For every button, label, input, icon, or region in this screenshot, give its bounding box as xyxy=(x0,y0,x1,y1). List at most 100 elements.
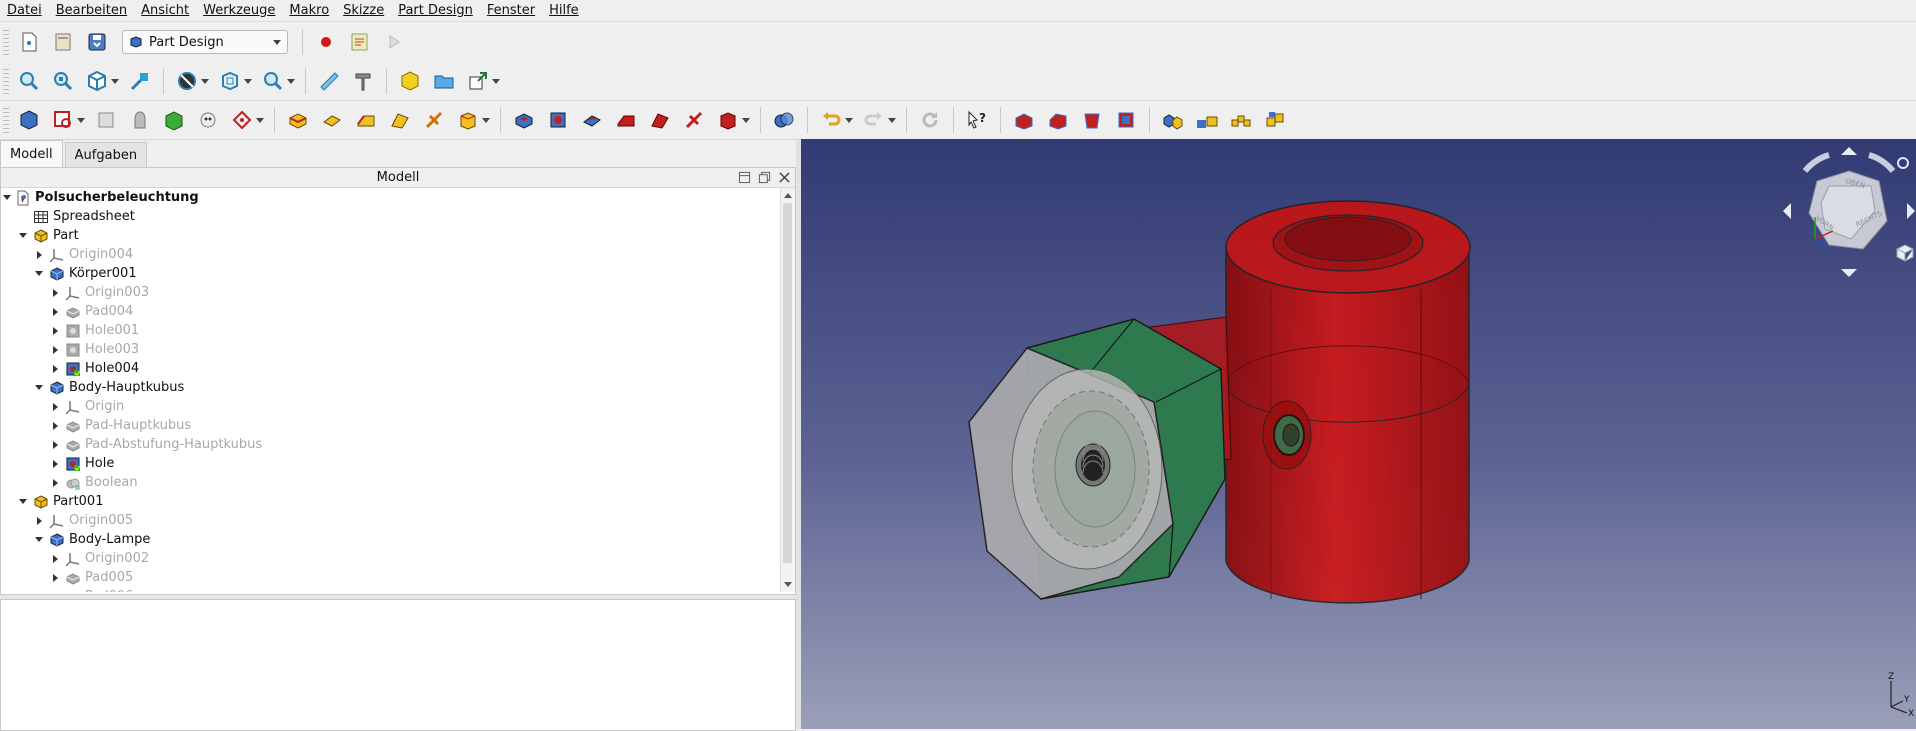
additive-pipe-icon[interactable] xyxy=(387,107,413,133)
macro-editor-icon[interactable] xyxy=(347,29,373,55)
chevron-down-icon[interactable] xyxy=(1,192,13,204)
chevron-right-icon[interactable] xyxy=(49,363,61,375)
subtractive-loft-icon[interactable] xyxy=(613,107,639,133)
tree-item[interactable]: Origin xyxy=(1,397,781,416)
scrollbar-thumb[interactable] xyxy=(783,203,792,563)
subtractive-helix-icon[interactable] xyxy=(681,107,707,133)
menu-makro[interactable]: Makro xyxy=(282,0,336,21)
whats-this-icon[interactable]: ? xyxy=(964,107,990,133)
workbench-selector[interactable]: Part Design xyxy=(122,30,288,54)
chevron-down-icon[interactable] xyxy=(77,107,85,133)
refresh-icon[interactable] xyxy=(917,107,943,133)
chevron-down-icon[interactable] xyxy=(111,68,119,94)
sketch-view-icon[interactable] xyxy=(127,68,153,94)
float-panel-icon[interactable] xyxy=(757,171,771,185)
tab-tasks[interactable]: Aufgaben xyxy=(64,142,148,167)
execute-macro-icon[interactable] xyxy=(381,29,407,55)
save-icon[interactable] xyxy=(84,29,110,55)
chevron-down-icon[interactable] xyxy=(256,107,264,133)
cylinder-body[interactable] xyxy=(1225,200,1471,604)
close-icon[interactable] xyxy=(777,171,791,185)
chevron-right-icon[interactable] xyxy=(49,306,61,318)
scroll-down-icon[interactable] xyxy=(784,582,792,587)
new-document-icon[interactable] xyxy=(16,29,42,55)
menu-datei[interactable]: Datei xyxy=(0,0,49,21)
draft-icon[interactable] xyxy=(1079,107,1105,133)
tree-item[interactable]: Spreadsheet xyxy=(1,207,781,226)
thickness-icon[interactable] xyxy=(1113,107,1139,133)
chevron-right-icon[interactable] xyxy=(49,401,61,413)
chamfer-icon[interactable] xyxy=(1045,107,1071,133)
menu-skizze[interactable]: Skizze xyxy=(336,0,391,21)
tree-item[interactable]: Boolean xyxy=(1,473,781,492)
menu-werkzeuge[interactable]: Werkzeuge xyxy=(196,0,282,21)
create-group-icon[interactable] xyxy=(431,68,457,94)
linear-pattern-icon[interactable] xyxy=(1194,107,1220,133)
tree-item[interactable]: Pad006 xyxy=(1,587,781,592)
redo-icon[interactable] xyxy=(861,107,887,133)
chevron-right-icon[interactable] xyxy=(49,553,61,565)
tree-item[interactable]: Origin004 xyxy=(1,245,781,264)
additive-loft-icon[interactable] xyxy=(353,107,379,133)
chevron-right-icon[interactable] xyxy=(49,591,61,593)
toolbar-grip[interactable] xyxy=(3,68,9,94)
tree-item[interactable]: Polsucherbeleuchtung xyxy=(1,188,781,207)
tree-item[interactable]: Hole003 xyxy=(1,340,781,359)
toolbar-grip[interactable] xyxy=(3,107,9,133)
datum-plane-icon[interactable] xyxy=(229,107,255,133)
create-part-icon[interactable] xyxy=(397,68,423,94)
measure-distance-icon[interactable] xyxy=(316,68,342,94)
chevron-down-icon[interactable] xyxy=(244,68,252,94)
pad-icon[interactable] xyxy=(285,107,311,133)
revolution-icon[interactable] xyxy=(319,107,345,133)
chevron-down-icon[interactable] xyxy=(33,382,45,394)
tree-item[interactable]: Pad005 xyxy=(1,568,781,587)
measure-tool-icon[interactable] xyxy=(350,68,376,94)
zoom-icon[interactable] xyxy=(260,68,286,94)
bounding-box-icon[interactable] xyxy=(217,68,243,94)
tree-item[interactable]: Pad-Hauptkubus xyxy=(1,416,781,435)
chevron-down-icon[interactable] xyxy=(888,107,896,133)
menu-fenster[interactable]: Fenster xyxy=(480,0,542,21)
link-icon[interactable] xyxy=(465,68,491,94)
chevron-down-icon[interactable] xyxy=(482,107,490,133)
create-sketch-icon[interactable] xyxy=(50,107,76,133)
chevron-down-icon[interactable] xyxy=(492,68,500,94)
menu-hilfe[interactable]: Hilfe xyxy=(542,0,586,21)
tree-item[interactable]: Pad004 xyxy=(1,302,781,321)
chevron-right-icon[interactable] xyxy=(49,477,61,489)
isometric-view-icon[interactable] xyxy=(84,68,110,94)
menu-ansicht[interactable]: Ansicht xyxy=(134,0,196,21)
fit-all-icon[interactable] xyxy=(16,68,42,94)
chevron-down-icon[interactable] xyxy=(201,68,209,94)
validate-sketch-icon[interactable] xyxy=(93,107,119,133)
tree-item[interactable]: Pad-Abstufung-Hauptkubus xyxy=(1,435,781,454)
tree-item[interactable]: Body-Lampe xyxy=(1,530,781,549)
3d-view[interactable]: OBEN VORN RECHTS Z X Y xyxy=(801,139,1916,729)
chevron-down-icon[interactable] xyxy=(845,107,853,133)
chevron-right-icon[interactable] xyxy=(49,439,61,451)
chevron-right-icon[interactable] xyxy=(33,249,45,261)
open-document-icon[interactable] xyxy=(50,29,76,55)
menu-bearbeiten[interactable]: Bearbeiten xyxy=(49,0,134,21)
mirrored-icon[interactable] xyxy=(1160,107,1186,133)
chevron-right-icon[interactable] xyxy=(49,287,61,299)
hole-icon[interactable] xyxy=(545,107,571,133)
tree-item[interactable]: Body-Hauptkubus xyxy=(1,378,781,397)
create-body-icon[interactable] xyxy=(16,107,42,133)
toolbar-grip[interactable] xyxy=(3,29,9,55)
tree-item[interactable]: Part xyxy=(1,226,781,245)
model-render[interactable] xyxy=(801,139,1916,729)
chevron-right-icon[interactable] xyxy=(49,420,61,432)
subtractive-primitive-icon[interactable] xyxy=(715,107,741,133)
boolean-icon[interactable] xyxy=(771,107,797,133)
tree-item[interactable]: Origin002 xyxy=(1,549,781,568)
additive-helix-icon[interactable] xyxy=(421,107,447,133)
collapse-panel-icon[interactable] xyxy=(737,171,751,185)
tree-item[interactable]: Hole004 xyxy=(1,359,781,378)
chevron-down-icon[interactable] xyxy=(287,68,295,94)
menu-part-design[interactable]: Part Design xyxy=(391,0,480,21)
fillet-icon[interactable] xyxy=(1011,107,1037,133)
tree-item[interactable]: Origin005 xyxy=(1,511,781,530)
chevron-right-icon[interactable] xyxy=(49,458,61,470)
